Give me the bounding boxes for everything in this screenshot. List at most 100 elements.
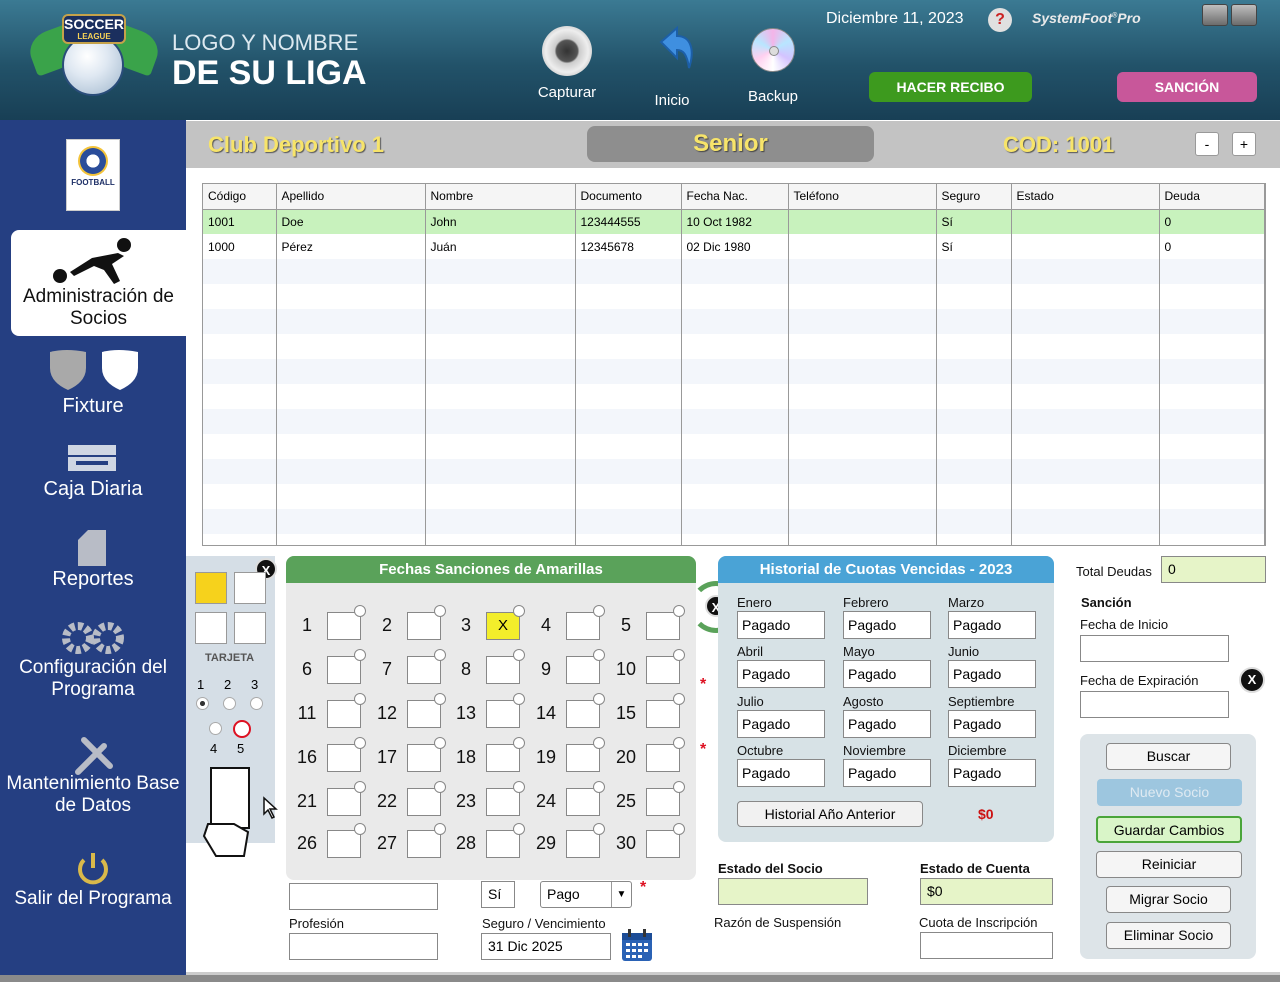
sanction-date-checkbox[interactable] <box>566 830 600 858</box>
column-header[interactable]: Teléfono <box>788 184 937 210</box>
sanction-button[interactable]: SANCIÓN <box>1117 72 1257 102</box>
category-label[interactable]: Senior <box>587 126 874 162</box>
column-header[interactable]: Estado <box>1011 184 1160 210</box>
sanction-date-checkbox[interactable] <box>566 744 600 772</box>
sanction-date-toggle[interactable] <box>513 649 525 661</box>
sanction-date-toggle[interactable] <box>354 605 366 617</box>
sanction-date-toggle[interactable] <box>593 693 605 705</box>
sanction-date-toggle[interactable] <box>354 737 366 749</box>
sanction-date-toggle[interactable] <box>434 649 446 661</box>
sanction-date-checkbox[interactable] <box>566 700 600 728</box>
reset-button[interactable]: Reiniciar <box>1096 851 1242 878</box>
sanction-date-toggle[interactable] <box>593 605 605 617</box>
sanction-date-checkbox[interactable] <box>486 700 520 728</box>
sanction-date-toggle[interactable] <box>593 781 605 793</box>
sanction-date-checkbox[interactable] <box>646 656 680 684</box>
sanction-date-checkbox[interactable] <box>486 656 520 684</box>
sidebar-item-cash[interactable]: Caja Diaria <box>0 478 186 500</box>
card-option-3-radio[interactable] <box>250 697 263 710</box>
column-header[interactable]: Documento <box>575 184 682 210</box>
sanction-date-toggle[interactable] <box>513 693 525 705</box>
sanction-date-checkbox[interactable] <box>327 744 361 772</box>
payment-select[interactable]: Pago ▼ <box>540 881 632 908</box>
column-header[interactable]: Código <box>203 184 277 210</box>
sanction-date-toggle[interactable] <box>673 823 685 835</box>
sanction-date-toggle[interactable] <box>354 781 366 793</box>
decrement-button[interactable]: - <box>1195 132 1219 156</box>
home-button[interactable]: Inicio <box>637 24 707 109</box>
sidebar-item-fixture[interactable]: Fixture <box>0 395 186 417</box>
month-status-field[interactable]: Pagado <box>843 710 931 738</box>
sanction-date-checkbox[interactable] <box>646 700 680 728</box>
help-icon[interactable]: ? <box>988 8 1012 32</box>
column-header[interactable]: Deuda <box>1159 184 1265 210</box>
sanction-date-toggle[interactable] <box>513 605 525 617</box>
sanction-date-toggle[interactable] <box>434 605 446 617</box>
sanction-date-checkbox[interactable] <box>486 744 520 772</box>
delete-member-button[interactable]: Eliminar Socio <box>1106 922 1231 949</box>
sanction-date-checkbox[interactable] <box>486 788 520 816</box>
sanction-date-checkbox[interactable] <box>327 612 361 640</box>
card-option-2-radio[interactable] <box>223 697 236 710</box>
sanction-date-checkbox[interactable] <box>486 830 520 858</box>
column-header[interactable]: Nombre <box>425 184 576 210</box>
sidebar-item-config[interactable]: Configuración del Programa <box>0 657 186 701</box>
month-status-field[interactable]: Pagado <box>948 759 1036 787</box>
migrate-member-button[interactable]: Migrar Socio <box>1106 886 1231 913</box>
sanction-date-checkbox[interactable] <box>646 788 680 816</box>
sanction-date-toggle[interactable] <box>354 649 366 661</box>
yellow-card-slot[interactable] <box>195 572 227 604</box>
previous-year-history-button[interactable]: Historial Año Anterior <box>737 801 923 827</box>
backup-button[interactable]: Backup <box>738 28 808 105</box>
sanction-date-checkbox[interactable] <box>646 612 680 640</box>
sanction-date-toggle[interactable] <box>673 737 685 749</box>
month-status-field[interactable]: Pagado <box>737 710 825 738</box>
card-slot[interactable] <box>195 612 227 644</box>
month-status-field[interactable]: Pagado <box>843 660 931 688</box>
table-row[interactable]: 1000 Pérez Juán 12345678 02 Dic 1980 Sí … <box>203 234 1265 259</box>
month-status-field[interactable]: Pagado <box>843 759 931 787</box>
member-field[interactable] <box>289 883 438 910</box>
column-header[interactable]: Seguro <box>936 184 1012 210</box>
column-header[interactable]: Apellido <box>276 184 426 210</box>
sanction-date-checkbox[interactable] <box>566 612 600 640</box>
sanction-date-checkbox[interactable] <box>407 830 441 858</box>
sanction-date-checkbox[interactable]: X <box>486 612 520 640</box>
card-slot[interactable] <box>234 572 266 604</box>
sanction-date-checkbox[interactable] <box>407 788 441 816</box>
capture-button[interactable]: Capturar <box>532 26 602 101</box>
sanction-date-checkbox[interactable] <box>407 612 441 640</box>
profession-field[interactable] <box>289 933 438 960</box>
sanction-date-checkbox[interactable] <box>327 700 361 728</box>
sanction-date-toggle[interactable] <box>673 693 685 705</box>
sidebar-item-maintenance[interactable]: Mantenimiento Base de Datos <box>0 773 186 817</box>
start-date-field[interactable] <box>1080 635 1229 662</box>
month-status-field[interactable]: Pagado <box>737 759 825 787</box>
sanction-date-toggle[interactable] <box>434 693 446 705</box>
sanction-date-toggle[interactable] <box>673 649 685 661</box>
sanction-date-toggle[interactable] <box>513 823 525 835</box>
card-option-1-radio[interactable] <box>196 697 209 710</box>
sidebar-item-exit[interactable]: Salir del Programa <box>0 888 186 910</box>
sanction-date-toggle[interactable] <box>673 781 685 793</box>
card-option-5-radio[interactable] <box>233 720 251 738</box>
sanction-date-checkbox[interactable] <box>566 656 600 684</box>
sanction-date-toggle[interactable] <box>593 737 605 749</box>
increment-button[interactable]: + <box>1232 132 1256 156</box>
maximize-window-button[interactable] <box>1231 4 1257 26</box>
month-status-field[interactable]: Pagado <box>737 611 825 639</box>
card-slot[interactable] <box>234 612 266 644</box>
new-member-button[interactable]: Nuevo Socio <box>1097 779 1242 806</box>
insurance-expiry-field[interactable]: 31 Dic 2025 <box>481 933 611 960</box>
month-status-field[interactable]: Pagado <box>737 660 825 688</box>
sanction-date-checkbox[interactable] <box>646 830 680 858</box>
minimize-window-button[interactable] <box>1202 4 1228 26</box>
table-row[interactable]: 1001 Doe John 123444555 10 Oct 1982 Sí 0 <box>203 209 1265 234</box>
registration-fee-field[interactable] <box>920 932 1053 959</box>
month-status-field[interactable]: Pagado <box>948 710 1036 738</box>
sanction-date-toggle[interactable] <box>513 737 525 749</box>
calendar-icon[interactable] <box>621 928 653 962</box>
column-header[interactable]: Fecha Nac. <box>681 184 789 210</box>
account-status-field[interactable]: $0 <box>920 878 1053 905</box>
month-status-field[interactable]: Pagado <box>948 660 1036 688</box>
